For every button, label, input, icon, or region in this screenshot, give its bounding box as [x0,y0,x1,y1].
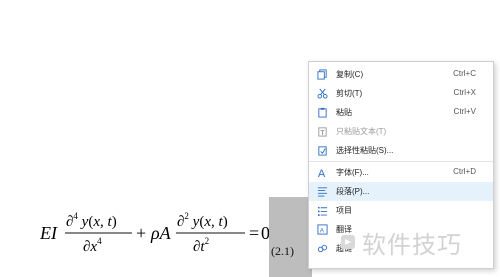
list-icon [317,206,328,216]
menu-item-font[interactable]: A 字体(F)... Ctrl+D [309,163,493,182]
font-icon: A [318,168,326,178]
menu-label-paste: 粘贴 [336,108,352,117]
paste-text-icon [318,127,327,137]
menu-item-copy[interactable]: 复制(C) Ctrl+C [309,65,493,84]
cut-icon [317,88,328,99]
svg-text:∂2 y(x, t): ∂2 y(x, t) [177,211,228,230]
svg-text:A: A [318,168,326,178]
svg-text:ρA: ρA [150,223,172,243]
copy-icon [317,69,327,80]
menu-label-font: 字体(F)... [336,168,369,177]
menu-label-paste-special: 选择性粘贴(S)... [336,146,394,155]
hyperlink-icon [317,244,328,253]
paste-icon [318,107,327,118]
menu-divider [309,161,493,162]
menu-item-paragraph[interactable]: 段落(P)... [309,182,493,201]
translate-icon: A [317,224,328,235]
shortcut-font: Ctrl+D [453,167,476,176]
paragraph-icon [317,187,328,197]
svg-text:A: A [320,227,325,234]
watermark: 软件技巧 [338,222,496,262]
svg-text:∂4 y(x, t): ∂4 y(x, t) [66,211,117,230]
menu-item-cut[interactable]: 剪切(T) Ctrl+X [309,84,493,103]
watermark-logo-icon [341,235,355,249]
svg-text:=: = [249,223,259,243]
menu-label-copy: 复制(C) [336,70,364,79]
svg-text:EI: EI [40,223,58,243]
equation: EI ∂4 y(x, t) ∂x4 + ρA ∂2 y(x, t) ∂t2 = … [39,208,270,260]
svg-text:∂t2: ∂t2 [193,236,209,255]
menu-label-list: 项目 [336,206,352,215]
selected-equation-number-area[interactable] [269,197,312,277]
equation-svg: EI ∂4 y(x, t) ∂x4 + ρA ∂2 y(x, t) ∂t2 = … [39,211,270,255]
document-canvas: EI ∂4 y(x, t) ∂x4 + ρA ∂2 y(x, t) ∂t2 = … [0,0,500,277]
shortcut-cut: Ctrl+X [453,88,476,97]
menu-label-paragraph: 段落(P)... [336,187,370,196]
menu-item-list[interactable]: 项目 [309,201,493,220]
menu-item-paste-text-only: 只粘贴文本(T) [309,122,493,141]
menu-item-paste-special[interactable]: 选择性粘贴(S)... [309,141,493,160]
shortcut-copy: Ctrl+C [453,69,476,78]
svg-text:∂x4: ∂x4 [83,236,102,255]
menu-item-paste[interactable]: 粘贴 Ctrl+V [309,103,493,122]
menu-label-paste-text-only: 只粘贴文本(T) [336,127,387,136]
menu-label-cut: 剪切(T) [336,89,363,98]
svg-text:+: + [136,223,146,243]
watermark-text: 软件技巧 [362,230,462,259]
equation-number: (2.1) [271,244,294,258]
shortcut-paste: Ctrl+V [453,107,476,116]
paste-special-icon [318,146,327,156]
